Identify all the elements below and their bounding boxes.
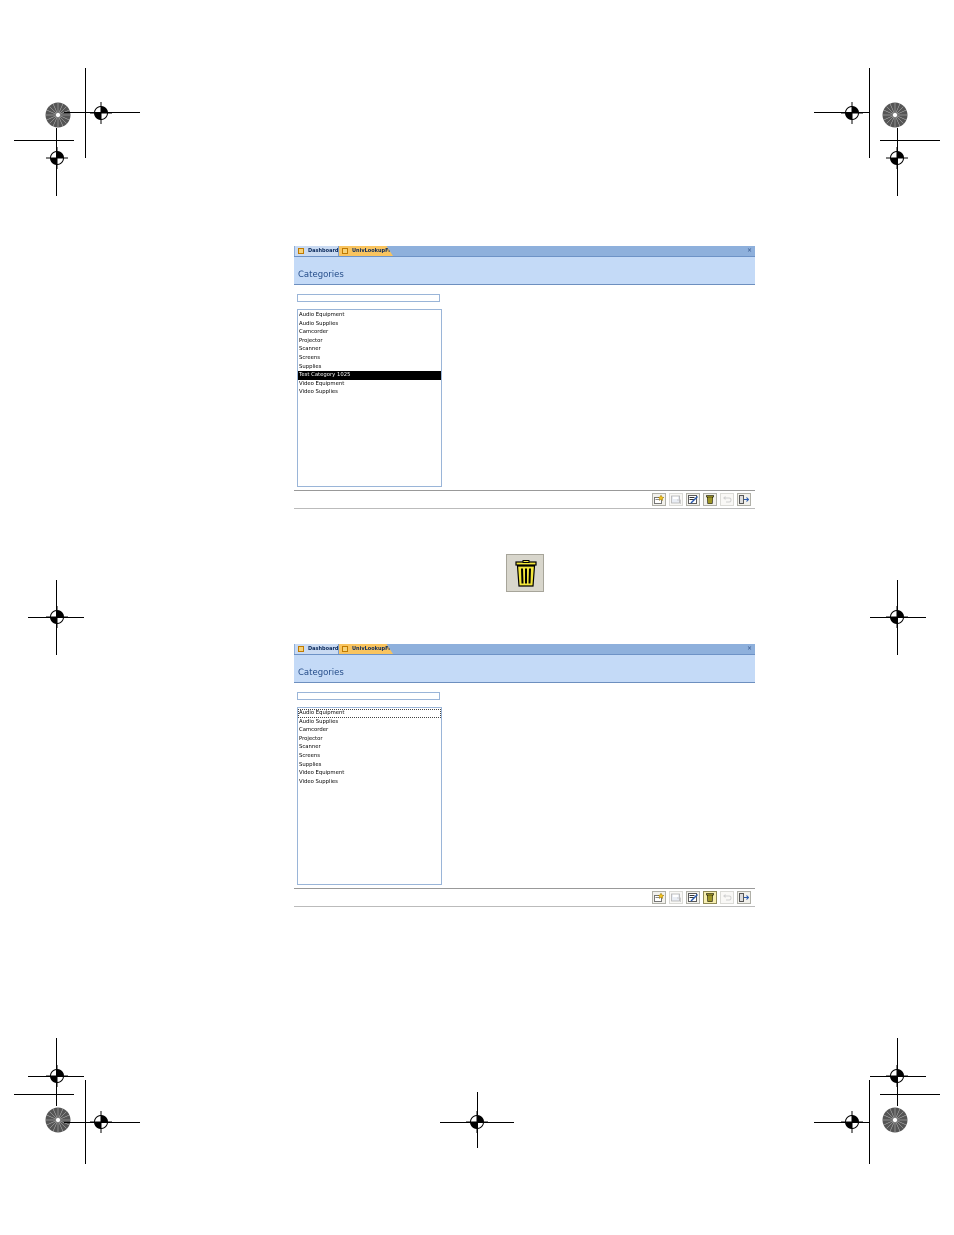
list-item[interactable]: Video Supplies (298, 778, 441, 787)
crosshair-target-icon (841, 1111, 863, 1133)
list-item[interactable]: Audio Supplies (298, 320, 441, 329)
crosshair-target-icon (46, 147, 68, 169)
list-item[interactable]: Projector (298, 337, 441, 346)
edit-record-icon (688, 893, 698, 902)
registration-rosette-icon (45, 1107, 71, 1133)
crosshair-target-icon (46, 1065, 68, 1087)
list-item[interactable]: Audio Supplies (298, 718, 441, 727)
crosshair-target-icon (90, 102, 112, 124)
list-item[interactable]: Projector (298, 735, 441, 744)
delete-record-button[interactable] (703, 493, 717, 506)
list-item[interactable]: Screens (298, 354, 441, 363)
save-record-icon (671, 893, 681, 902)
tab-label: UnivLookupFrm (352, 646, 396, 652)
new-record-button[interactable] (652, 891, 666, 904)
list-item[interactable]: Camcorder (298, 726, 441, 735)
form-body: Audio Equipment Audio Supplies Camcorder Pr… (294, 285, 755, 490)
delete-record-button-callout (506, 554, 544, 592)
delete-record-button[interactable] (703, 891, 717, 904)
tab-label: UnivLookupFrm (352, 248, 396, 254)
list-item[interactable]: Scanner (298, 743, 441, 752)
delete-record-icon (706, 893, 714, 902)
crosshair-target-icon (466, 1111, 488, 1133)
crosshair-target-icon (886, 606, 908, 628)
undo-icon (723, 894, 732, 901)
edit-record-icon (688, 495, 698, 504)
lookup-form-window-after: Dashboard UnivLookupFrm × Categories Aud… (294, 644, 755, 907)
new-record-icon (654, 495, 664, 504)
close-form-button[interactable] (737, 493, 751, 506)
registration-rosette-icon (882, 1107, 908, 1133)
form-title: Categories (298, 668, 344, 678)
form-title: Categories (298, 270, 344, 280)
new-record-button[interactable] (652, 493, 666, 506)
tab-dashboard[interactable]: Dashboard (295, 644, 339, 654)
trash-can-icon (515, 560, 537, 587)
record-toolbar (294, 888, 755, 907)
registration-rosette-icon (882, 102, 908, 128)
form-header: Categories (294, 655, 755, 683)
close-icon[interactable]: × (747, 644, 752, 654)
category-list[interactable]: Audio Equipment Audio Supplies Camcorder Pr… (297, 707, 442, 885)
crosshair-target-icon (90, 1111, 112, 1133)
list-item[interactable]: Video Supplies (298, 388, 441, 397)
new-record-icon (654, 893, 664, 902)
delete-record-icon (706, 495, 714, 504)
undo-button[interactable] (720, 493, 734, 506)
crosshair-target-icon (841, 102, 863, 124)
list-item[interactable]: Screens (298, 752, 441, 761)
record-toolbar (294, 490, 755, 509)
save-record-icon (671, 495, 681, 504)
undo-icon (723, 496, 732, 503)
tab-univlookupfrm[interactable]: UnivLookupFrm (339, 246, 393, 256)
registration-rosette-icon (45, 102, 71, 128)
undo-button[interactable] (720, 891, 734, 904)
tab-univlookupfrm[interactable]: UnivLookupFrm (339, 644, 393, 654)
form-icon (298, 248, 304, 254)
form-header: Categories (294, 257, 755, 285)
list-item[interactable]: Supplies (298, 761, 441, 770)
toolbar-buttons (652, 891, 751, 904)
search-input[interactable] (297, 294, 440, 302)
save-record-button[interactable] (669, 891, 683, 904)
list-item[interactable]: Audio Equipment (298, 709, 441, 718)
crosshair-target-icon (886, 1065, 908, 1087)
list-item[interactable]: Test Category 1025 (298, 371, 441, 380)
search-input[interactable] (297, 692, 440, 700)
category-list[interactable]: Audio Equipment Audio Supplies Camcorder Pr… (297, 309, 442, 487)
list-item[interactable]: Scanner (298, 345, 441, 354)
close-icon[interactable]: × (747, 246, 752, 256)
lookup-form-window-before: Dashboard UnivLookupFrm × Categories Aud… (294, 246, 755, 509)
tab-dashboard[interactable]: Dashboard (295, 246, 339, 256)
edit-record-button[interactable] (686, 493, 700, 506)
close-form-icon (739, 495, 749, 504)
document-tab-strip: Dashboard UnivLookupFrm × (294, 644, 755, 655)
crosshair-target-icon (886, 147, 908, 169)
list-item[interactable]: Video Equipment (298, 769, 441, 778)
save-record-button[interactable] (669, 493, 683, 506)
form-icon (342, 646, 348, 652)
list-item[interactable]: Audio Equipment (298, 311, 441, 320)
document-tab-strip: Dashboard UnivLookupFrm × (294, 246, 755, 257)
tab-label: Dashboard (308, 248, 339, 254)
close-form-button[interactable] (737, 891, 751, 904)
close-form-icon (739, 893, 749, 902)
form-icon (342, 248, 348, 254)
list-item[interactable]: Video Equipment (298, 380, 441, 389)
crosshair-target-icon (46, 606, 68, 628)
form-body: Audio Equipment Audio Supplies Camcorder Pr… (294, 683, 755, 888)
toolbar-buttons (652, 493, 751, 506)
list-item[interactable]: Supplies (298, 363, 441, 372)
edit-record-button[interactable] (686, 891, 700, 904)
tab-label: Dashboard (308, 646, 339, 652)
list-item[interactable]: Camcorder (298, 328, 441, 337)
form-icon (298, 646, 304, 652)
